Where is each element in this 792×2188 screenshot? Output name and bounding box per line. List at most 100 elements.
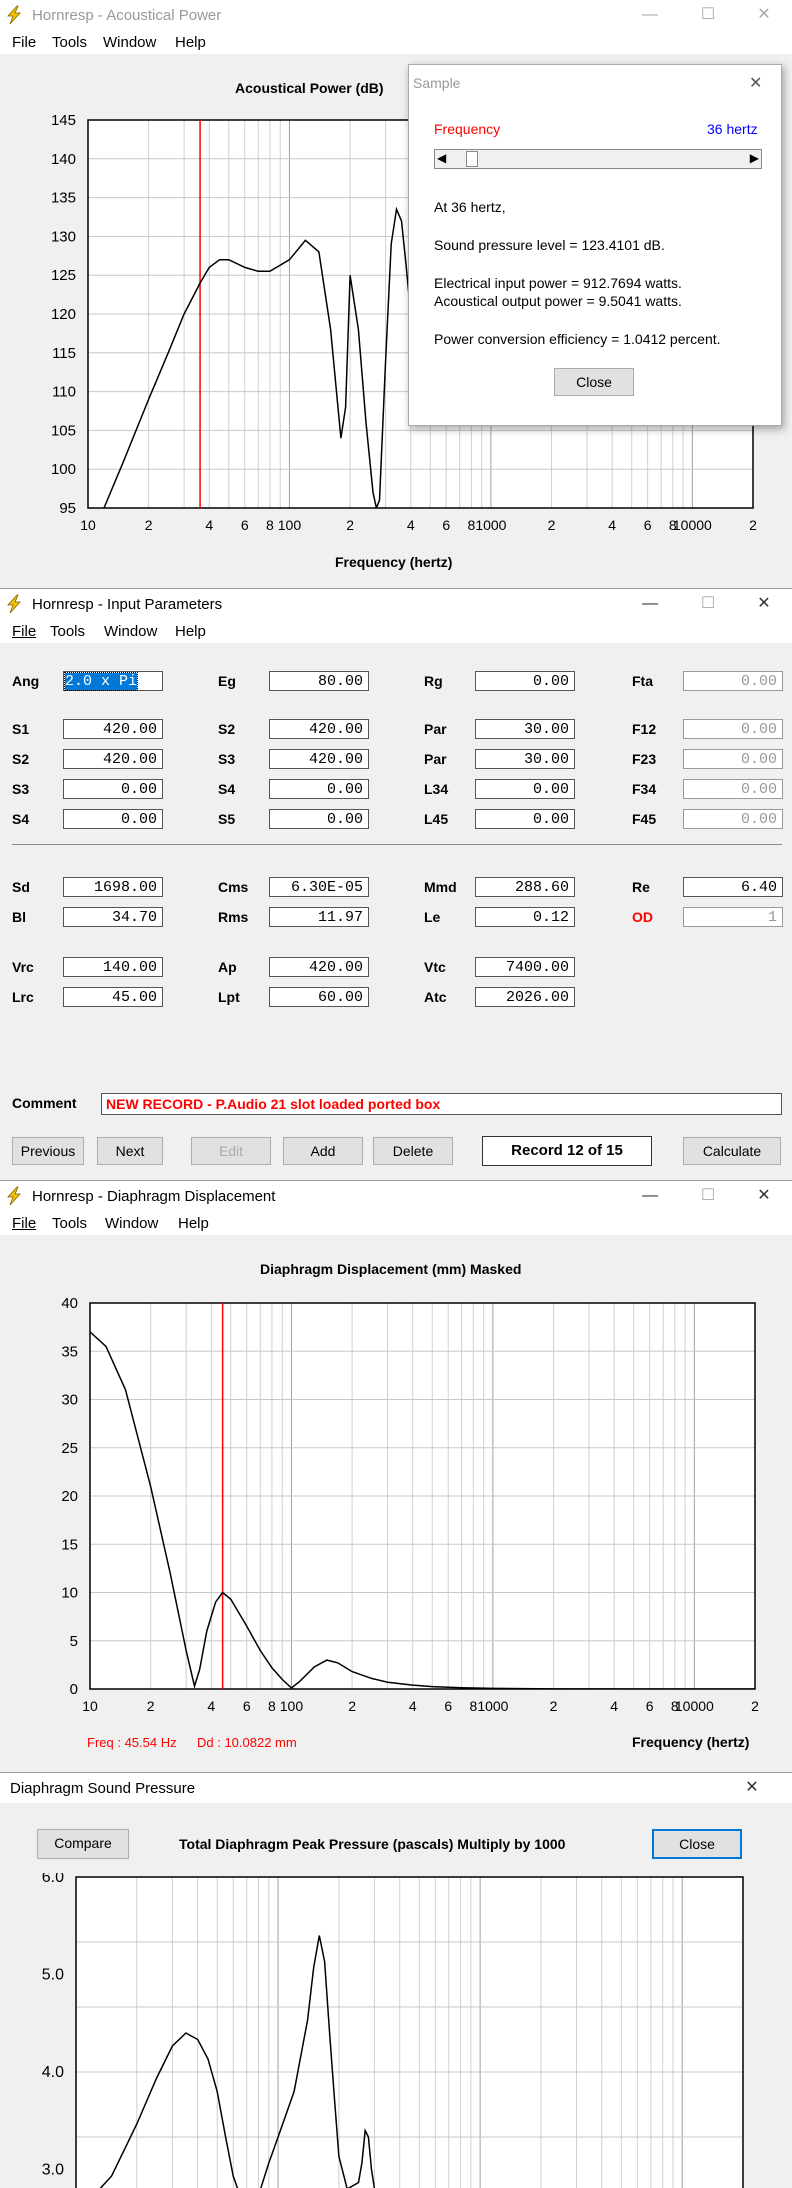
param-field-re[interactable]: 6.40	[683, 877, 783, 897]
calculate-button[interactable]: Calculate	[683, 1137, 781, 1165]
close-icon[interactable]: ✕	[732, 1777, 772, 1799]
param-field-s4[interactable]: 0.00	[63, 809, 163, 829]
title-bar[interactable]: Hornresp - Acoustical Power — ☐ ✕	[0, 0, 792, 30]
y-tick-label: 4.0	[42, 2064, 64, 2081]
x-tick-label: 2	[548, 517, 556, 533]
param-field-le[interactable]: 0.12	[475, 907, 575, 927]
menu-window[interactable]: Window	[104, 623, 157, 640]
dialog-title: Sample	[413, 75, 461, 91]
param-field-bl[interactable]: 34.70	[63, 907, 163, 927]
x-tick-label: 2	[751, 1698, 759, 1714]
frequency-slider[interactable]: ◀ ▶	[434, 149, 762, 169]
param-label-eg: Eg	[218, 673, 236, 689]
spl-line: Sound pressure level = 123.4101 dB.	[434, 237, 665, 253]
param-field-l34[interactable]: 0.00	[475, 779, 575, 799]
diaphragm-displacement-chart[interactable]: 403530252015105010 2 4 6 8 100 2 4 6 8 1000 2 4 6 8100…	[0, 1285, 792, 1755]
x-tick-label: 2	[145, 517, 153, 533]
param-field-ang[interactable]: 2.0 x Pi	[63, 671, 163, 691]
window-title: Hornresp - Acoustical Power	[32, 7, 222, 24]
param-field-s2[interactable]: 420.00	[63, 749, 163, 769]
param-field-s4[interactable]: 0.00	[269, 779, 369, 799]
menu-file[interactable]: File	[12, 34, 36, 51]
param-label-lrc: Lrc	[12, 989, 34, 1005]
menu-window[interactable]: Window	[103, 34, 156, 51]
minimize-icon[interactable]: —	[630, 4, 670, 26]
param-field-ap[interactable]: 420.00	[269, 957, 369, 977]
slider-right-arrow-icon[interactable]: ▶	[750, 151, 759, 165]
close-icon[interactable]: ✕	[744, 1185, 784, 1207]
close-icon[interactable]: ✕	[749, 73, 762, 93]
sample-dialog: Sample ✕ Frequency 36 hertz ◀ ▶ At 36 he…	[408, 64, 782, 426]
title-bar[interactable]: Hornresp - Diaphragm Displacement — ☐ ✕	[0, 1181, 792, 1211]
diaphragm-pressure-chart[interactable]: 6.05.04.03.02.0	[0, 1873, 792, 2188]
x-axis-label: Frequency (hertz)	[632, 1734, 750, 1750]
param-label-par: Par	[424, 721, 447, 737]
close-button[interactable]: Close	[554, 368, 634, 396]
param-field-sd[interactable]: 1698.00	[63, 877, 163, 897]
y-tick-label: 20	[61, 1488, 78, 1505]
param-field-atc[interactable]: 2026.00	[475, 987, 575, 1007]
slider-left-arrow-icon[interactable]: ◀	[437, 151, 446, 165]
next-button[interactable]: Next	[97, 1137, 163, 1165]
param-field-rg[interactable]: 0.00	[475, 671, 575, 691]
param-field-vrc[interactable]: 140.00	[63, 957, 163, 977]
param-field-cms[interactable]: 6.30E-05	[269, 877, 369, 897]
menu-file[interactable]: File	[12, 623, 36, 640]
y-tick-label: 95	[59, 500, 76, 517]
menu-tools[interactable]: Tools	[50, 623, 85, 640]
x-tick-label: 4	[608, 517, 616, 533]
diaphragm-displacement-window: Hornresp - Diaphragm Displacement — ☐ ✕ …	[0, 1180, 792, 1780]
param-field-s3[interactable]: 420.00	[269, 749, 369, 769]
param-field-par[interactable]: 30.00	[475, 719, 575, 739]
x-tick-label: 4	[409, 1698, 417, 1714]
param-field-mmd[interactable]: 288.60	[475, 877, 575, 897]
param-field-f23: 0.00	[683, 749, 783, 769]
param-field-s2[interactable]: 420.00	[269, 719, 369, 739]
menu-tools[interactable]: Tools	[52, 34, 87, 51]
param-field-par[interactable]: 30.00	[475, 749, 575, 769]
param-label-rms: Rms	[218, 909, 249, 925]
title-bar[interactable]: Hornresp - Input Parameters — ☐ ✕	[0, 589, 792, 619]
x-tick-label: 6	[444, 1698, 452, 1714]
maximize-icon[interactable]: ☐	[688, 4, 728, 26]
param-label-ang: Ang	[12, 673, 40, 689]
close-icon[interactable]: ✕	[744, 4, 784, 26]
menu-tools[interactable]: Tools	[52, 1215, 87, 1232]
previous-button[interactable]: Previous	[12, 1137, 84, 1165]
param-label-re: Re	[632, 879, 650, 895]
y-tick-label: 6.0	[42, 1873, 64, 1886]
chart-panel: Diaphragm Displacement (mm) Masked 40 35 3…	[0, 1235, 792, 1780]
menu-help[interactable]: Help	[178, 1215, 209, 1232]
menu-help[interactable]: Help	[175, 623, 206, 640]
title-bar[interactable]: Diaphragm Sound Pressure ✕	[0, 1773, 792, 1803]
add-button[interactable]: Add	[283, 1137, 363, 1165]
param-field-lpt[interactable]: 60.00	[269, 987, 369, 1007]
acoustical-power-window: Hornresp - Acoustical Power — ☐ ✕ File T…	[0, 0, 792, 588]
close-icon[interactable]: ✕	[744, 593, 784, 615]
menu-window[interactable]: Window	[105, 1215, 158, 1232]
y-tick-label: 15	[61, 1536, 78, 1553]
param-field-vtc[interactable]: 7400.00	[475, 957, 575, 977]
close-button[interactable]: Close	[652, 1829, 742, 1859]
delete-button[interactable]: Delete	[373, 1137, 453, 1165]
param-field-rms[interactable]: 11.97	[269, 907, 369, 927]
menu-file[interactable]: File	[12, 1215, 36, 1232]
x-tick-label: 1000	[477, 1698, 508, 1714]
compare-button[interactable]: Compare	[37, 1829, 129, 1859]
param-field-fta: 0.00	[683, 671, 783, 691]
slider-thumb[interactable]	[465, 151, 478, 167]
param-field-s3[interactable]: 0.00	[63, 779, 163, 799]
x-tick-label: 8	[467, 517, 475, 533]
menu-help[interactable]: Help	[175, 34, 206, 51]
param-field-l45[interactable]: 0.00	[475, 809, 575, 829]
param-label-rg: Rg	[424, 673, 443, 689]
minimize-icon[interactable]: —	[630, 593, 670, 615]
param-field-s5[interactable]: 0.00	[269, 809, 369, 829]
param-label-vrc: Vrc	[12, 959, 34, 975]
comment-field[interactable]: NEW RECORD - P.Audio 21 slot loaded port…	[101, 1093, 782, 1115]
input-parameters-window: Hornresp - Input Parameters — ☐ ✕ File T…	[0, 588, 792, 1168]
minimize-icon[interactable]: —	[630, 1185, 670, 1207]
param-field-eg[interactable]: 80.00	[269, 671, 369, 691]
param-field-lrc[interactable]: 45.00	[63, 987, 163, 1007]
param-field-s1[interactable]: 420.00	[63, 719, 163, 739]
